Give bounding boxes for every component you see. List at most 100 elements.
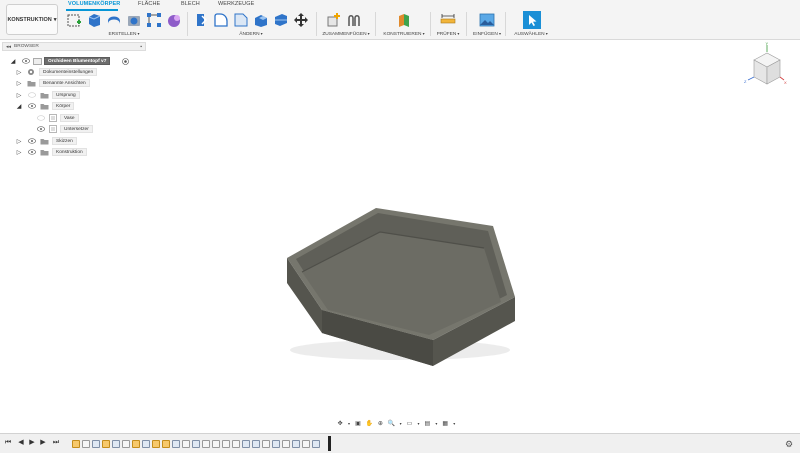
timeline-feature[interactable] — [262, 440, 270, 448]
timeline-feature[interactable] — [222, 440, 230, 448]
timeline-feature[interactable] — [212, 440, 220, 448]
visibility-eye-icon[interactable] — [28, 149, 36, 155]
next-icon[interactable]: ▶ — [39, 439, 47, 447]
extrude-icon[interactable] — [86, 12, 102, 28]
play-icon[interactable]: ▶ — [28, 439, 36, 447]
viewcube[interactable]: Y Z X — [742, 42, 788, 92]
insert-image-icon[interactable] — [479, 12, 495, 28]
timeline-feature[interactable] — [282, 440, 290, 448]
expand-triangle-icon[interactable]: ▷ — [16, 79, 22, 87]
look-at-icon[interactable]: ▣ — [354, 419, 362, 427]
viewports-icon[interactable]: ▦ — [441, 419, 449, 427]
group-auswaehlen[interactable]: AUSWÄHLEN — [514, 31, 548, 37]
tree-item-untersetzer[interactable]: Untersetzer — [16, 124, 146, 134]
tree-item-ursprung[interactable]: ▷ Ursprung — [16, 90, 146, 100]
timeline-feature[interactable] — [292, 440, 300, 448]
group-konstruieren[interactable]: KONSTRUIEREN — [383, 31, 424, 37]
tab-blech[interactable]: BLECH — [181, 1, 200, 7]
timeline-marker[interactable] — [328, 436, 331, 451]
visibility-eye-icon[interactable] — [22, 58, 30, 64]
tab-volumenkoerper[interactable]: VOLUMENKÖRPER — [68, 1, 120, 7]
fillet-icon[interactable] — [213, 12, 229, 28]
timeline-feature[interactable] — [272, 440, 280, 448]
grid-settings-icon[interactable]: ▤ — [423, 419, 431, 427]
orbit-icon[interactable]: ✥ — [336, 419, 344, 427]
timeline-feature[interactable] — [92, 440, 100, 448]
timeline-feature[interactable] — [192, 440, 200, 448]
new-component-icon[interactable] — [326, 12, 342, 28]
timeline-feature[interactable] — [102, 440, 110, 448]
timeline-feature[interactable] — [142, 440, 150, 448]
zoom-icon[interactable]: ⊕ — [376, 419, 384, 427]
new-sketch-icon[interactable] — [66, 12, 82, 28]
expand-triangle-icon[interactable]: ▷ — [16, 91, 22, 99]
visibility-eye-off-icon[interactable] — [28, 92, 36, 98]
press-pull-icon[interactable] — [193, 12, 209, 28]
group-erstellen[interactable]: ERSTELLEN — [108, 31, 139, 37]
timeline-feature[interactable] — [72, 440, 80, 448]
form-icon[interactable] — [166, 12, 182, 28]
timeline-feature[interactable] — [162, 440, 170, 448]
group-zusammenfuegen[interactable]: ZUSAMMENFÜGEN — [322, 31, 369, 37]
timeline-feature[interactable] — [112, 440, 120, 448]
tree-root[interactable]: ◢ Orchideen Blumentopf v7 — [10, 56, 150, 66]
collapse-triangle-icon[interactable]: ◢ — [16, 102, 22, 110]
workspace-switcher[interactable]: KONSTRUKTION ▾ — [6, 4, 58, 35]
offset-plane-icon[interactable] — [396, 12, 412, 28]
expand-triangle-icon[interactable]: ▷ — [16, 148, 22, 156]
timeline-strip[interactable] — [70, 437, 332, 451]
browser-panel-header[interactable]: ◂◂ BROWSER ▪ — [2, 42, 146, 51]
tree-item-koerper[interactable]: ◢ Körper — [16, 101, 146, 111]
visibility-eye-icon[interactable] — [28, 138, 36, 144]
last-icon[interactable]: ⏭ — [52, 439, 60, 447]
chamfer-icon[interactable] — [233, 12, 249, 28]
settings-icon[interactable]: ⚙ — [785, 439, 793, 450]
revolve-icon[interactable] — [106, 12, 122, 28]
tree-item-benannte-ansichten[interactable]: ▷ Benannte Ansichten — [16, 78, 146, 88]
collapse-triangle-icon[interactable]: ◢ — [10, 57, 16, 65]
pan-icon[interactable]: ✋ — [365, 419, 373, 427]
group-einfuegen[interactable]: EINFÜGEN — [473, 31, 501, 37]
timeline-feature[interactable] — [82, 440, 90, 448]
chevron-down-icon[interactable]: ▾ — [417, 419, 421, 427]
prev-icon[interactable]: ◀ — [17, 439, 25, 447]
visibility-eye-off-icon[interactable] — [37, 115, 45, 121]
group-aendern[interactable]: ÄNDERN — [239, 31, 262, 37]
shell-icon[interactable] — [253, 12, 269, 28]
timeline-feature[interactable] — [202, 440, 210, 448]
tree-item-skizzen[interactable]: ▷ Skizzen — [16, 136, 146, 146]
tree-item-vase[interactable]: Vase — [16, 113, 146, 123]
timeline-feature[interactable] — [122, 440, 130, 448]
sweep-icon[interactable] — [126, 12, 142, 28]
tree-item-dokumenteinstellungen[interactable]: ▷ Dokumenteinstellungen — [16, 67, 146, 77]
timeline-feature[interactable] — [172, 440, 180, 448]
first-icon[interactable]: ⏮ — [4, 439, 12, 447]
timeline-feature[interactable] — [302, 440, 310, 448]
tab-flaeche[interactable]: FLÄCHE — [138, 1, 160, 7]
chevron-down-icon[interactable]: ▾ — [347, 419, 351, 427]
timeline-feature[interactable] — [152, 440, 160, 448]
collapse-icon[interactable]: ◂◂ — [6, 44, 11, 50]
radio-active-icon[interactable] — [122, 57, 129, 65]
timeline-feature[interactable] — [232, 440, 240, 448]
visibility-eye-icon[interactable] — [28, 103, 36, 109]
timeline-feature[interactable] — [252, 440, 260, 448]
pattern-icon[interactable] — [146, 12, 162, 28]
chevron-down-icon[interactable]: ▾ — [435, 419, 439, 427]
timeline-feature[interactable] — [182, 440, 190, 448]
select-icon[interactable] — [523, 11, 541, 29]
tree-item-konstruktion[interactable]: ▷ Konstruktion — [16, 147, 146, 157]
tab-werkzeuge[interactable]: WERKZEUGE — [218, 1, 254, 7]
joint-icon[interactable] — [346, 12, 362, 28]
timeline-feature[interactable] — [312, 440, 320, 448]
display-settings-icon[interactable]: ▭ — [405, 419, 413, 427]
zoom-window-icon[interactable]: 🔍 — [388, 419, 396, 427]
group-pruefen[interactable]: PRÜFEN — [437, 31, 460, 37]
tree-root-label[interactable]: Orchideen Blumentopf v7 — [44, 57, 111, 65]
timeline-feature[interactable] — [132, 440, 140, 448]
pin-icon[interactable]: ▪ — [140, 44, 142, 50]
expand-triangle-icon[interactable]: ▷ — [16, 137, 22, 145]
expand-triangle-icon[interactable]: ▷ — [16, 68, 22, 76]
move-icon[interactable] — [293, 12, 309, 28]
combine-icon[interactable] — [273, 12, 289, 28]
